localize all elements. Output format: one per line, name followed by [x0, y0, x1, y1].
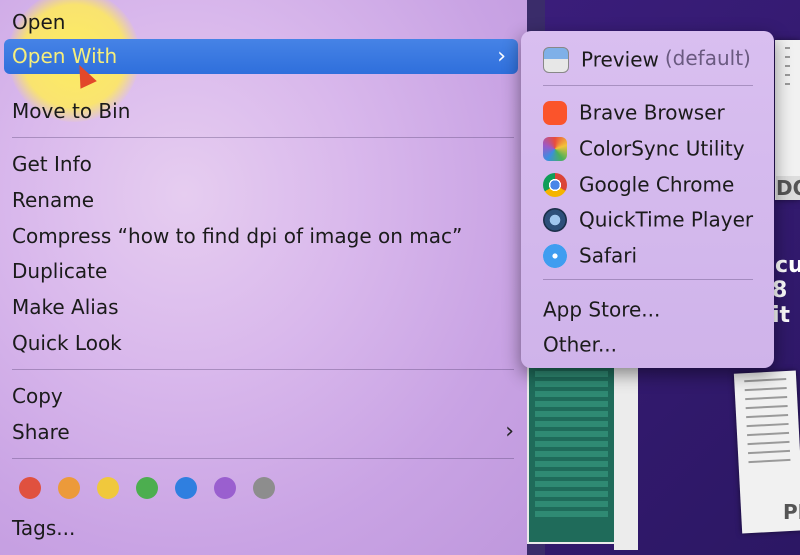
context-menu: Open Open With › Move to Bin Get Info Re… [0, 0, 527, 555]
submenu-item-other[interactable]: Other... [543, 327, 617, 359]
menu-item-rename[interactable]: Rename [12, 184, 94, 216]
background-text: PI [783, 500, 800, 524]
menu-item-move-to-bin[interactable]: Move to Bin [12, 95, 130, 127]
menu-item-label: Make Alias [12, 295, 119, 319]
submenu-item-chrome[interactable]: Google Chrome [543, 167, 734, 199]
submenu-item-brave[interactable]: Brave Browser [543, 95, 725, 127]
safari-icon [543, 243, 567, 268]
document-thumbnail [614, 360, 638, 550]
menu-separator [543, 279, 753, 280]
spreadsheet-thumbnail [527, 365, 616, 544]
open-with-submenu: Preview (default) Brave Browser ColorSync… [521, 31, 774, 368]
chevron-right-icon: › [497, 44, 506, 69]
brave-icon [543, 100, 567, 125]
menu-item-make-alias[interactable]: Make Alias [12, 291, 119, 323]
tag-color-orange[interactable] [58, 477, 80, 499]
submenu-item-label: QuickTime Player [579, 207, 754, 232]
menu-item-get-info[interactable]: Get Info [12, 148, 92, 180]
colorsync-icon [543, 136, 567, 161]
menu-item-label: Move to Bin [12, 99, 131, 123]
tag-color-yellow[interactable] [97, 477, 119, 499]
submenu-item-safari[interactable]: Safari [543, 238, 637, 270]
preview-icon [543, 46, 569, 73]
tag-color-red[interactable] [19, 477, 41, 499]
menu-separator [12, 369, 514, 370]
menu-separator [543, 85, 753, 86]
menu-item-share[interactable]: Share › [12, 416, 514, 448]
menu-item-tags[interactable]: Tags... [12, 512, 75, 544]
submenu-item-label: Brave Browser [579, 100, 725, 125]
menu-item-label: Open With [12, 44, 118, 68]
background-text: DO [776, 176, 800, 200]
submenu-item-label: Preview [581, 47, 659, 72]
submenu-item-label: ColorSync Utility [579, 136, 745, 161]
tag-color-green[interactable] [136, 477, 158, 499]
menu-item-label: Tags... [12, 516, 76, 540]
submenu-item-label: App Store... [543, 297, 661, 322]
chevron-right-icon: › [505, 419, 514, 444]
menu-item-label: Open [12, 10, 66, 34]
submenu-item-preview[interactable]: Preview (default) [543, 42, 751, 74]
submenu-item-app-store[interactable]: App Store... [543, 292, 660, 324]
menu-item-label: Copy [12, 384, 63, 408]
menu-separator [12, 137, 514, 138]
menu-item-label: Rename [12, 188, 95, 212]
submenu-item-label: Other... [543, 332, 618, 357]
background-text: 8 it [772, 278, 791, 328]
menu-item-compress[interactable]: Compress “how to find dpi of image on ma… [12, 220, 462, 252]
menu-item-label: Get Info [12, 152, 92, 176]
submenu-item-label: Safari [579, 243, 638, 268]
menu-separator [12, 458, 514, 459]
submenu-item-label: Google Chrome [579, 172, 735, 197]
menu-item-copy[interactable]: Copy [12, 380, 63, 412]
submenu-item-colorsync[interactable]: ColorSync Utility [543, 131, 745, 163]
submenu-item-quicktime[interactable]: QuickTime Player [543, 202, 753, 234]
menu-item-label: Share [12, 420, 70, 444]
menu-item-duplicate[interactable]: Duplicate [12, 255, 107, 287]
menu-item-open[interactable]: Open [12, 6, 65, 38]
tag-color-purple[interactable] [214, 477, 236, 499]
background-text: cu [775, 253, 800, 278]
menu-item-label: Duplicate [12, 259, 108, 283]
tag-color-blue[interactable] [175, 477, 197, 499]
tag-color-gray[interactable] [253, 477, 275, 499]
default-suffix: (default) [664, 46, 751, 70]
menu-item-label: Quick Look [12, 331, 122, 355]
chrome-icon [543, 172, 567, 197]
quicktime-icon [543, 207, 567, 232]
menu-item-quick-look[interactable]: Quick Look [12, 327, 122, 359]
menu-item-label: Compress “how to find dpi of image on ma… [12, 224, 463, 248]
